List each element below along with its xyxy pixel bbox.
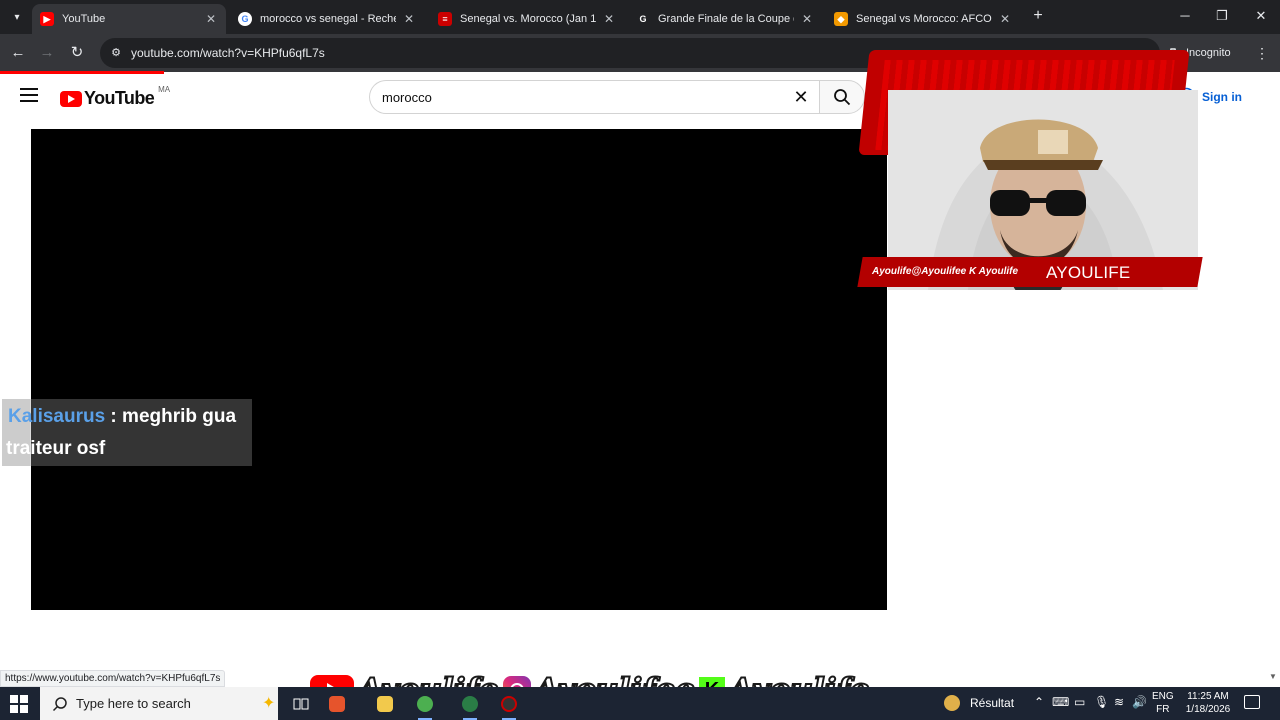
youtube-icon: ▶ <box>40 12 54 26</box>
tab-title: morocco vs senegal - Recherche <box>260 13 396 25</box>
tab-search-menu-icon[interactable]: ▾ <box>6 6 28 28</box>
site-info-icon[interactable]: ⚙ <box>108 45 124 61</box>
clock-time: 11:25 AM <box>1187 691 1229 702</box>
streamer-name: AYOULIFE <box>1046 263 1131 282</box>
volume-icon[interactable]: 🔊 <box>1132 695 1147 709</box>
tab-title: YouTube <box>62 13 106 25</box>
search-box: ✕ <box>369 80 819 114</box>
tray-chevron-icon[interactable]: ⌃ <box>1034 695 1044 709</box>
browser-menu-icon[interactable]: ⋮ <box>1254 42 1270 64</box>
chat-text: meghrib gua <box>122 406 237 427</box>
tab-youtube[interactable]: ▶ YouTube ✕ <box>32 4 226 34</box>
notification-icon[interactable] <box>1244 695 1260 709</box>
chat-separator: : <box>105 406 123 427</box>
clear-search-icon[interactable]: ✕ <box>789 85 813 109</box>
search-icon <box>52 696 67 711</box>
back-arrow-icon[interactable]: ← <box>7 42 29 64</box>
language-bottom: FR <box>1156 704 1170 715</box>
youtube-play-icon <box>60 90 82 107</box>
tab-title: Senegal vs. Morocco (Jan 18, 20 <box>460 13 596 25</box>
google-icon: G <box>639 14 647 24</box>
tab-title: Grande Finale de la Coupe d'Af <box>658 13 794 25</box>
forward-arrow-icon[interactable]: → <box>36 42 58 64</box>
search-icon <box>834 89 851 106</box>
chat-username: Kalisaurus <box>8 406 106 427</box>
link-status-bubble: https://www.youtube.com/watch?v=KHPfu6qf… <box>0 670 226 687</box>
taskbar-search[interactable]: Type here to search ✦ <box>40 687 278 720</box>
taskbar-clock[interactable]: 11:25 AM 1/18/2026 <box>1180 690 1236 716</box>
hamburger-menu-icon[interactable] <box>20 88 38 102</box>
obs-icon[interactable] <box>494 691 524 720</box>
video-player[interactable] <box>31 129 887 610</box>
streamer-webcam-overlay: Ayoulife@Ayoulifee K Ayoulife AYOULIFE <box>857 50 1205 300</box>
wifi-icon[interactable]: ≋ <box>1114 695 1124 709</box>
reload-icon[interactable]: ↻ <box>66 42 88 64</box>
google-icon: G <box>238 12 252 26</box>
taskbar-search-placeholder: Type here to search <box>76 696 191 711</box>
weather-widget[interactable]: Résultat <box>944 695 1014 711</box>
chrome-icon[interactable] <box>410 691 440 720</box>
news-icon: ◆ <box>834 12 848 26</box>
browser-tab-strip: ▾ ▶ YouTube ✕ G morocco vs senegal - Rec… <box>0 0 1280 34</box>
youtube-logo[interactable]: YouTube MA <box>60 85 171 109</box>
windows-taskbar: Type here to search ✦ Résultat ⌃ ⌨ ▭ 🎙 ≋… <box>0 687 1280 720</box>
scroll-down-arrow-icon[interactable]: ▼ <box>1266 672 1280 686</box>
tablet-icon[interactable]: ▭ <box>1074 695 1085 709</box>
chrome-incognito-icon[interactable] <box>455 691 485 720</box>
sign-in-label: Sign in <box>1202 90 1242 104</box>
espn-icon: ≡ <box>438 12 452 26</box>
youtube-wordmark: YouTube <box>84 88 155 108</box>
tab-google-afcon[interactable]: G Grande Finale de la Coupe d'Af ✕ <box>628 4 822 34</box>
close-tab-icon[interactable]: ✕ <box>602 12 616 26</box>
minimize-button[interactable]: ─ <box>1170 6 1200 26</box>
new-tab-button[interactable]: + <box>1028 6 1048 26</box>
windows-start-icon[interactable] <box>10 695 28 713</box>
tab-afcon-news[interactable]: ◆ Senegal vs Morocco: AFCON fin ✕ <box>826 4 1020 34</box>
close-tab-icon[interactable]: ✕ <box>204 12 218 26</box>
search-button[interactable] <box>819 80 865 114</box>
tab-title: Senegal vs Morocco: AFCON fin <box>856 13 992 25</box>
taskbar-app-icon[interactable] <box>322 691 352 717</box>
url-text[interactable]: youtube.com/watch?v=KHPfu6qfL7s <box>131 46 325 60</box>
tab-espn[interactable]: ≡ Senegal vs. Morocco (Jan 18, 20 ✕ <box>430 4 624 34</box>
chat-message-line: Kalisaurus : meghrib gua <box>8 406 236 428</box>
language-indicator[interactable]: ENG FR <box>1152 690 1174 716</box>
restore-button[interactable]: ❐ <box>1207 6 1237 26</box>
file-explorer-icon[interactable] <box>370 691 400 717</box>
weather-icon <box>944 695 960 711</box>
search-input[interactable] <box>382 87 772 107</box>
close-tab-icon[interactable]: ✕ <box>998 12 1012 26</box>
chat-message-line-2: traiteur osf <box>6 438 106 459</box>
close-window-button[interactable]: ✕ <box>1246 6 1276 26</box>
task-view-icon[interactable] <box>286 691 316 717</box>
country-code: MA <box>158 85 171 94</box>
close-tab-icon[interactable]: ✕ <box>800 12 814 26</box>
close-tab-icon[interactable]: ✕ <box>402 12 416 26</box>
language-top: ENG <box>1152 691 1174 702</box>
microphone-icon[interactable]: 🎙 <box>1094 695 1109 709</box>
tab-google-search[interactable]: G morocco vs senegal - Recherche ✕ <box>230 4 424 34</box>
clock-date: 1/18/2026 <box>1185 704 1231 715</box>
weather-label: Résultat <box>970 696 1015 710</box>
streamer-handles: Ayoulife@Ayoulifee K Ayoulife <box>872 266 1019 277</box>
search-highlight-icon: ✦ <box>262 695 276 712</box>
ime-icon[interactable]: ⌨ <box>1052 695 1069 709</box>
